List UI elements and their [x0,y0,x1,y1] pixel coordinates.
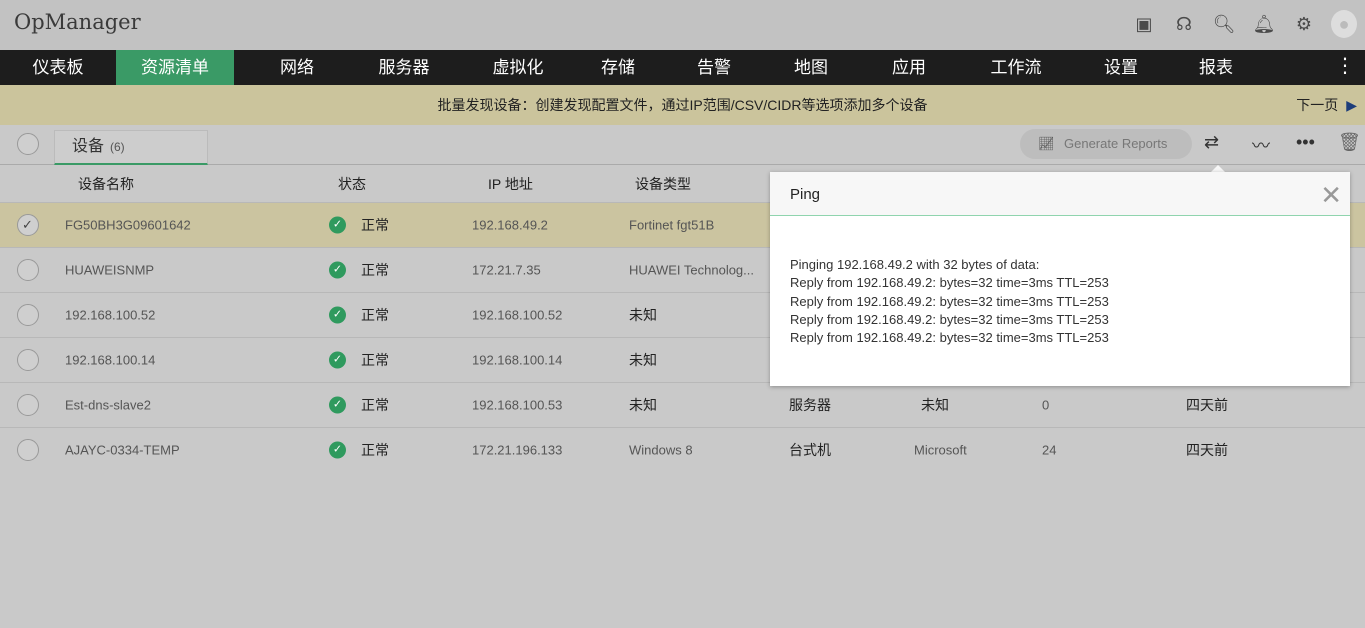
status-text: 正常 [361,397,389,413]
device-category: 服务器 [789,397,831,413]
ping-line: Pinging 192.168.49.2 with 32 bytes of da… [790,257,1040,272]
nav-reports[interactable]: 报表 [1186,50,1246,85]
generate-reports-label: Generate Reports [1064,136,1168,151]
status-text: 正常 [361,262,389,278]
nav-workflow[interactable]: 工作流 [976,50,1056,85]
nav-maps[interactable]: 地图 [780,50,842,85]
nav-virtualization[interactable]: 虚拟化 [448,50,588,85]
search-icon[interactable]: 🔍︎ [1211,10,1237,38]
tab-label: 设备 [72,138,105,155]
gear-icon[interactable]: ⚙ [1291,10,1317,38]
row-checkbox[interactable] [17,304,39,326]
row-checkbox[interactable] [17,259,39,281]
last-updated: 四天前 [1186,397,1228,413]
status-ok-icon: ✓ [329,441,346,459]
ping-dialog: Ping ✕ Pinging 192.168.49.2 with 32 bytes… [770,172,1350,386]
ip-address: 192.168.49.2 [472,217,548,233]
status-ok-icon: ✓ [329,261,346,279]
row-checkbox[interactable] [17,439,39,461]
device-name-link[interactable]: 192.168.100.52 [65,308,155,323]
tab-bar: 设备 (6) 📈︎ Generate Reports ⇄ 〰 ••• 🗑︎ [0,125,1365,165]
generate-reports-button[interactable]: 📈︎ Generate Reports [1020,129,1192,159]
support-headset-icon[interactable]: ☊ [1171,10,1197,38]
bell-icon[interactable]: 🔔︎ [1251,10,1277,38]
trash-icon[interactable]: 🗑︎ [1338,132,1361,153]
ping-line: Reply from 192.168.49.2: bytes=32 time=3… [790,330,1109,346]
status-text: 正常 [361,352,389,368]
device-name-link[interactable]: 192.168.100.14 [65,353,155,368]
device-type: Windows 8 [629,442,693,458]
status-ok-icon: ✓ [329,396,346,414]
status-ok-icon: ✓ [329,351,346,369]
nav-servers[interactable]: 服务器 [360,50,448,85]
device-name-link[interactable]: HUAWEISNMP [65,263,154,278]
status-ok-icon: ✓ [329,216,346,234]
table-row[interactable]: AJAYC-0334-TEMP ✓ 正常 172.21.196.133 Wind… [0,427,1365,472]
ip-address: 192.168.100.14 [472,352,563,368]
ping-line: Reply from 192.168.49.2: bytes=32 time=3… [790,311,1109,327]
device-name-link[interactable]: FG50BH3G09601642 [65,218,191,233]
device-category: 台式机 [789,442,831,458]
row-checkbox[interactable] [17,349,39,371]
next-label: 下一页 [1296,97,1339,113]
discovery-banner: 批量发现设备：创建发现配置文件，通过IP范围/CSV/CIDR等选项添加多个设备… [0,85,1365,125]
main-nav: 仪表板 资源清单 网络 服务器 虚拟化 存储 告警 地图 应用 工作流 设置 报… [0,50,1365,85]
status-text: 正常 [361,442,389,458]
nav-storage[interactable]: 存储 [588,50,648,85]
interface-count: 0 [1042,397,1050,413]
col-ip[interactable]: IP 地址 [488,174,533,194]
ip-address: 192.168.100.52 [472,307,563,323]
ip-address: 172.21.7.35 [472,262,541,278]
vendor: 未知 [921,397,949,413]
ip-address: 172.21.196.133 [472,442,563,458]
table-row[interactable]: Est-dns-slave2 ✓ 正常 192.168.100.53 未知 服务器… [0,382,1365,427]
ping-line: Reply from 192.168.49.2: bytes=32 time=3… [790,275,1109,291]
more-vertical-icon[interactable]: ⋮ [1335,50,1355,83]
select-all-checkbox[interactable] [17,133,39,155]
banner-text: 批量发现设备：创建发现配置文件，通过IP范围/CSV/CIDR等选项添加多个设备 [437,97,928,113]
close-icon[interactable]: ✕ [1320,172,1342,218]
device-name-link[interactable]: AJAYC-0334-TEMP [65,443,180,458]
status-text: 正常 [361,307,389,323]
more-horizontal-icon[interactable]: ••• [1296,132,1315,153]
trace-route-icon[interactable]: 〰 [1252,132,1270,158]
nav-alarms[interactable]: 告警 [648,50,780,85]
device-type: HUAWEI Technolog... [629,262,754,278]
next-page-button[interactable]: 下一页 ▶ [1296,85,1357,125]
last-updated: 四天前 [1186,442,1228,458]
col-status[interactable]: 状态 [338,174,366,194]
app-logo: OpManager [14,10,141,34]
play-arrow-icon: ▶ [1346,97,1357,113]
top-header: OpManager ▣ ☊ 🔍︎ 🔔︎ ⚙ ● [0,0,1365,50]
nav-network[interactable]: 网络 [234,50,360,85]
presentation-icon[interactable]: ▣ [1131,10,1157,38]
device-type: 未知 [629,307,657,323]
vendor: Microsoft [914,442,967,458]
device-type: 未知 [629,352,657,368]
tab-count: (6) [110,140,125,154]
device-name-link[interactable]: Est-dns-slave2 [65,398,151,413]
interface-count: 24 [1042,442,1057,458]
row-checkbox[interactable] [17,394,39,416]
device-type: Fortinet fgt51B [629,217,715,233]
col-type[interactable]: 设备类型 [635,174,691,194]
ip-address: 192.168.100.53 [472,397,563,413]
tab-devices[interactable]: 设备 (6) [54,130,208,165]
nav-settings[interactable]: 设置 [1056,50,1186,85]
col-name[interactable]: 设备名称 [78,174,134,194]
ping-loop-icon[interactable]: ⇄ [1204,132,1219,153]
ping-title: Ping [790,186,821,203]
avatar-icon[interactable]: ● [1331,10,1357,38]
status-ok-icon: ✓ [329,306,346,324]
chart-icon: 📈︎ [1038,136,1055,151]
device-type: 未知 [629,397,657,413]
ping-output: Pinging 192.168.49.2 with 32 bytes of da… [770,216,1350,387]
nav-inventory[interactable]: 资源清单 [116,50,234,85]
ping-line: Reply from 192.168.49.2: bytes=32 time=3… [790,293,1109,309]
nav-dashboard[interactable]: 仪表板 [0,50,116,85]
nav-apps[interactable]: 应用 [842,50,976,85]
status-text: 正常 [361,217,389,233]
row-checkbox[interactable]: ✓ [17,214,39,236]
